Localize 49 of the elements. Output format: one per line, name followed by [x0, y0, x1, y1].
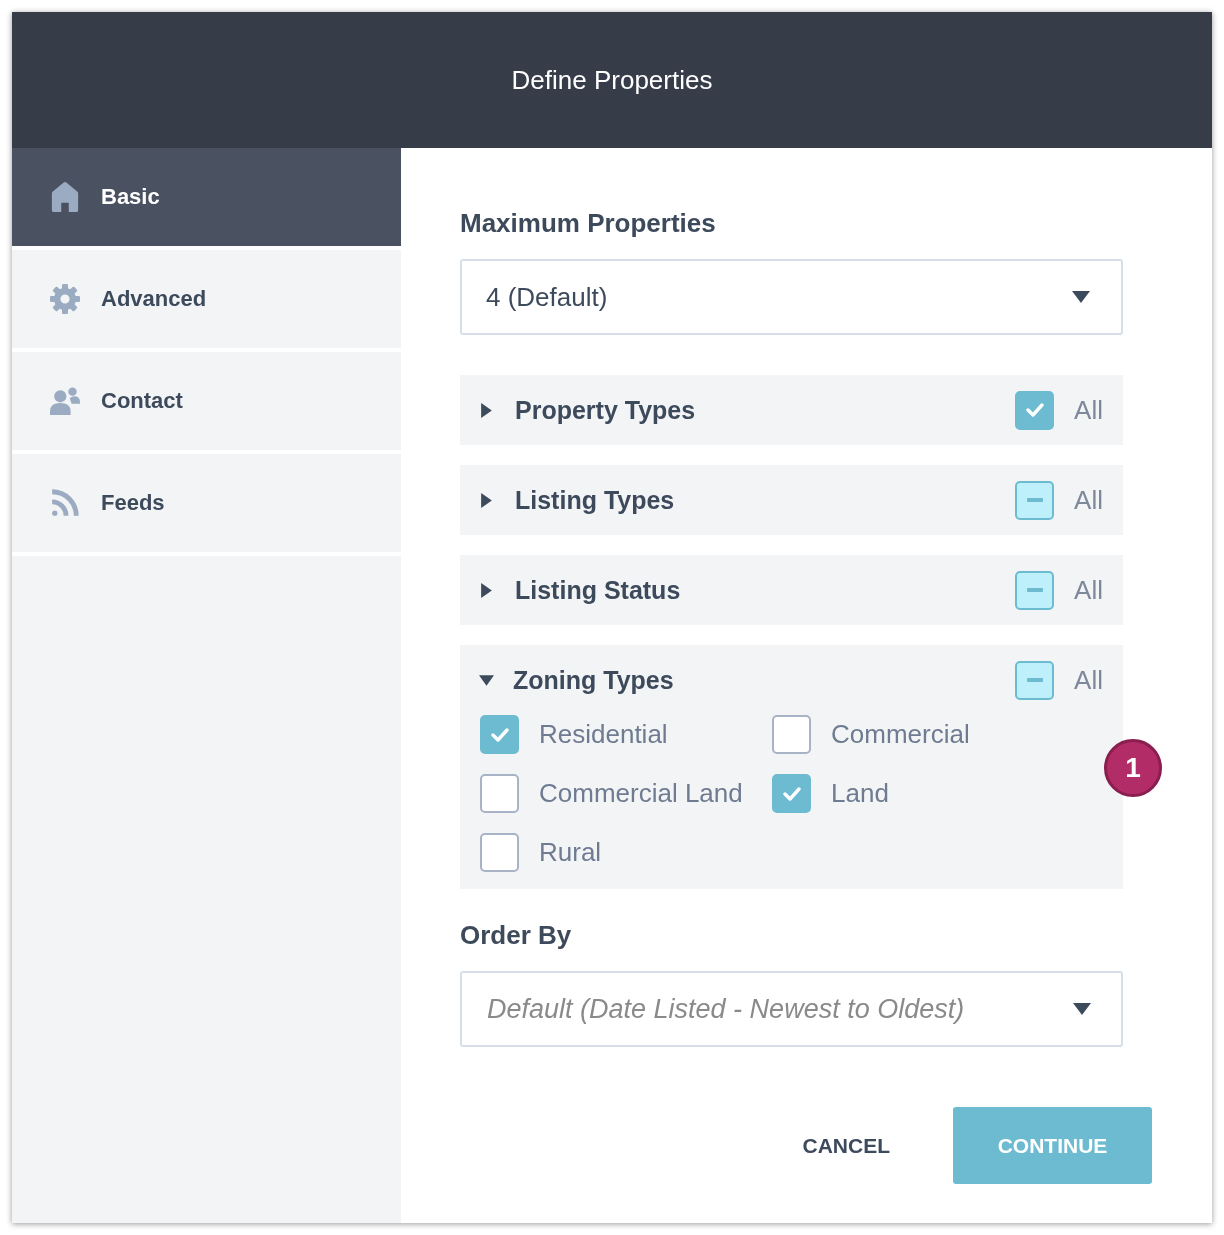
people-icon: [50, 386, 80, 416]
checkbox-label: All: [1074, 484, 1103, 516]
caret-right-icon[interactable]: [481, 492, 492, 508]
rss-icon: [50, 488, 80, 518]
checkbox-label: Rural: [539, 837, 602, 868]
checkbox[interactable]: [480, 833, 519, 872]
gear-icon: [50, 284, 80, 314]
dash-icon: [1026, 498, 1043, 502]
checkbox[interactable]: [1015, 660, 1055, 700]
checkbox[interactable]: [1015, 570, 1055, 610]
checkbox-label: Land: [831, 778, 889, 809]
check-icon: [1025, 403, 1044, 417]
select-field[interactable]: Default (Date Listed - Newest to Oldest): [460, 971, 1123, 1047]
check-icon: [782, 786, 801, 801]
dash-icon: [1026, 678, 1043, 682]
select-field[interactable]: 4 (Default): [460, 259, 1123, 335]
checkbox[interactable]: [480, 774, 519, 813]
caret-down-icon: [1073, 1003, 1091, 1015]
sidebar-item[interactable]: Feeds: [12, 454, 401, 556]
section-title: Property Types: [515, 395, 697, 425]
field-label: Maximum Properties: [460, 208, 716, 238]
checkbox-label: All: [1074, 664, 1103, 696]
caret-right-icon[interactable]: [481, 582, 492, 598]
checkbox[interactable]: [480, 715, 519, 754]
checkbox-label: All: [1074, 574, 1103, 606]
section-title: Listing Types: [515, 485, 676, 515]
dash-icon: [1026, 588, 1043, 592]
cancel-button[interactable]: CANCEL: [780, 1107, 912, 1184]
step-marker: 1: [1104, 739, 1162, 797]
checkbox[interactable]: [1015, 480, 1055, 520]
dialog-title: Define Properties: [511, 64, 713, 96]
sidebar-item[interactable]: Basic: [12, 148, 401, 250]
caret-right-icon[interactable]: [481, 402, 492, 418]
section-title: Listing Status: [515, 575, 682, 605]
sidebar-item[interactable]: Advanced: [12, 250, 401, 352]
checkbox-label: Commercial: [831, 719, 970, 750]
caret-down-icon: [1072, 291, 1090, 303]
checkbox[interactable]: [772, 715, 811, 754]
caret-down-icon[interactable]: [479, 674, 494, 686]
checkbox-label: All: [1074, 394, 1103, 426]
checkbox[interactable]: [772, 774, 811, 813]
check-icon: [490, 727, 509, 742]
section-title: Zoning Types: [513, 665, 675, 695]
checkbox-label: Commercial Land: [539, 778, 743, 809]
sidebar-item[interactable]: Contact: [12, 352, 401, 454]
home-icon: [50, 182, 80, 212]
checkbox-label: Residential: [539, 719, 668, 750]
field-label: Order By: [460, 920, 572, 950]
checkbox[interactable]: [1015, 390, 1055, 430]
